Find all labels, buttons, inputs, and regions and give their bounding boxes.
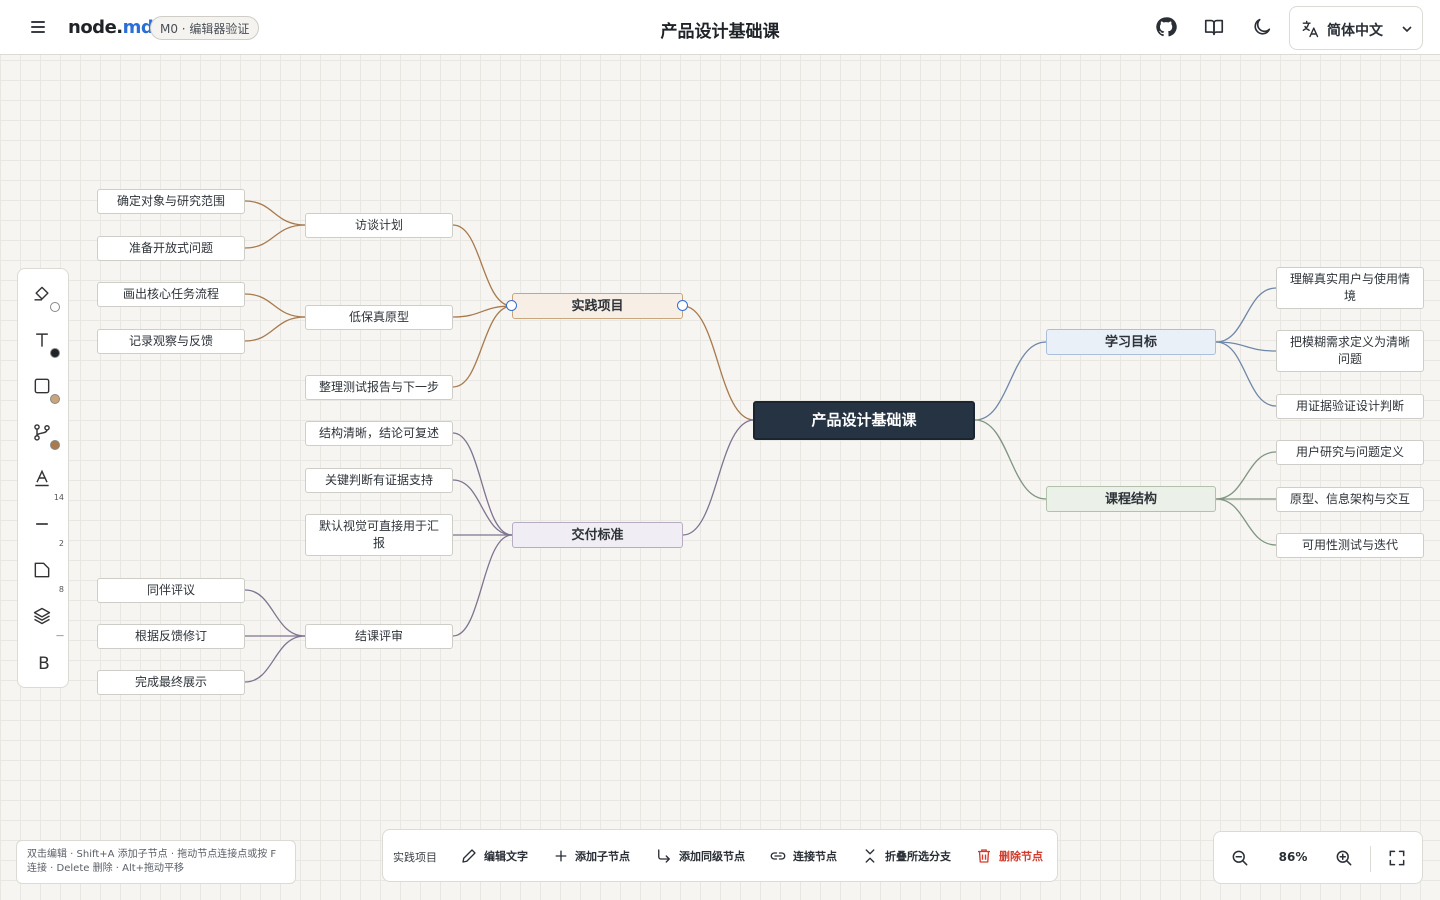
node-final-review[interactable]: 结课评审 xyxy=(305,624,453,649)
chevron-down-icon xyxy=(1402,26,1412,33)
menu-icon[interactable] xyxy=(28,16,50,38)
delete-node-button[interactable]: 删除节点 xyxy=(975,846,1043,866)
zoom-controls: 86% xyxy=(1213,831,1423,884)
pencil-icon xyxy=(462,849,476,863)
font-size-value: 14 xyxy=(53,493,64,502)
connect-handle-right[interactable] xyxy=(677,300,688,311)
border-color-icon[interactable] xyxy=(32,376,60,404)
fullscreen-icon[interactable] xyxy=(1387,848,1409,870)
plus-icon xyxy=(555,850,567,862)
layer-value: — xyxy=(56,631,64,640)
edge-root-structure xyxy=(974,419,1047,500)
node-evidence[interactable]: 关键判断有证据支持 xyxy=(305,468,453,493)
node-leaf[interactable]: 根据反馈修订 xyxy=(97,624,245,649)
fill-icon[interactable] xyxy=(32,284,60,312)
zoom-out-icon[interactable] xyxy=(1230,848,1252,870)
collapse-branch-button[interactable]: 折叠所选分支 xyxy=(861,846,951,866)
node-leaf[interactable]: 同伴评议 xyxy=(97,578,245,603)
edge-root-goals xyxy=(974,341,1047,421)
bold-label: B xyxy=(38,654,50,674)
add-sibling-label: 添加同级节点 xyxy=(679,850,745,863)
node-low-fi-prototype[interactable]: 低保真原型 xyxy=(305,305,453,330)
trash-icon xyxy=(978,849,990,863)
node-action-bar: 实践项目 编辑文字 添加子节点 添加同级节点 连接节点 折叠所选分支 删除节点 xyxy=(382,829,1058,882)
edit-text-button[interactable]: 编辑文字 xyxy=(460,846,528,866)
node-leaf[interactable]: 可用性测试与迭代 xyxy=(1276,533,1424,558)
line-width-icon[interactable]: 2 xyxy=(32,514,64,548)
text-color-icon[interactable] xyxy=(32,330,60,358)
node-visual[interactable]: 默认视觉可直接用于汇报 xyxy=(305,514,453,556)
delete-node-label: 删除节点 xyxy=(999,850,1043,863)
line-width-value: 2 xyxy=(58,539,64,548)
node-leaf[interactable]: 确定对象与研究范围 xyxy=(97,189,245,214)
add-child-label: 添加子节点 xyxy=(575,850,630,863)
logo-accent: md xyxy=(122,17,154,38)
version-badge: M0 · 编辑器验证 xyxy=(150,16,260,40)
node-leaf[interactable]: 记录观察与反馈 xyxy=(97,329,245,354)
style-toolbar: 14 2 8 — B xyxy=(17,268,69,688)
node-interview-plan[interactable]: 访谈计划 xyxy=(305,213,453,238)
add-child-button[interactable]: 添加子节点 xyxy=(553,846,630,866)
edge-root-delivery xyxy=(682,419,755,536)
logo[interactable]: node.md xyxy=(68,17,154,38)
node-leaf[interactable]: 原型、信息架构与交互 xyxy=(1276,487,1424,512)
collapse-branch-label: 折叠所选分支 xyxy=(885,850,951,863)
root-node[interactable]: 产品设计基础课 xyxy=(753,401,975,440)
moon-icon[interactable] xyxy=(1251,16,1273,38)
node-leaf[interactable]: 理解真实用户与使用情境 xyxy=(1276,267,1424,309)
branch-delivery[interactable]: 交付标准 xyxy=(512,522,683,548)
node-leaf[interactable]: 画出核心任务流程 xyxy=(97,282,245,307)
language-select[interactable]: 简体中文 xyxy=(1289,6,1423,50)
connect-node-button[interactable]: 连接节点 xyxy=(769,846,837,866)
github-icon[interactable] xyxy=(1155,16,1177,38)
selected-node-label: 实践项目 xyxy=(393,851,437,864)
branch-goals[interactable]: 学习目标 xyxy=(1046,329,1216,355)
mindmap-edges xyxy=(244,200,1277,683)
zoom-divider xyxy=(1370,846,1371,872)
add-sibling-button[interactable]: 添加同级节点 xyxy=(655,846,745,866)
zoom-in-icon[interactable] xyxy=(1334,848,1356,870)
node-leaf[interactable]: 完成最终展示 xyxy=(97,670,245,695)
book-icon[interactable] xyxy=(1203,16,1225,38)
node-clarity[interactable]: 结构清晰，结论可复述 xyxy=(305,421,453,446)
connect-node-label: 连接节点 xyxy=(793,850,837,863)
corner-radius-value: 8 xyxy=(58,585,64,594)
layer-icon[interactable]: — xyxy=(32,606,64,640)
branch-color-icon[interactable] xyxy=(32,422,60,450)
node-leaf[interactable]: 准备开放式问题 xyxy=(97,236,245,261)
node-leaf[interactable]: 用证据验证设计判断 xyxy=(1276,394,1424,419)
corner-radius-icon[interactable]: 8 xyxy=(32,560,64,594)
page-title: 产品设计基础课 xyxy=(660,22,780,42)
bold-icon[interactable]: B xyxy=(32,652,56,676)
zoom-level: 86% xyxy=(1278,850,1308,864)
collapse-icon xyxy=(865,849,875,863)
corner-arrow-icon xyxy=(658,849,670,863)
language-label: 简体中文 xyxy=(1327,23,1383,39)
connect-handle-left[interactable] xyxy=(506,300,517,311)
edge-root-practice xyxy=(682,305,755,421)
edit-text-label: 编辑文字 xyxy=(484,850,528,863)
branch-structure[interactable]: 课程结构 xyxy=(1046,486,1216,512)
node-leaf[interactable]: 用户研究与问题定义 xyxy=(1276,440,1424,465)
shortcut-hint: 双击编辑 · Shift+A 添加子节点 · 拖动节点连接点或按 F 连接 · … xyxy=(16,840,296,884)
branch-practice[interactable]: 实践项目 xyxy=(512,293,683,319)
logo-main: node. xyxy=(68,17,123,38)
node-test-report[interactable]: 整理测试报告与下一步 xyxy=(305,375,453,400)
top-bar: node.md M0 · 编辑器验证 产品设计基础课 简体中文 xyxy=(0,0,1440,55)
font-size-icon[interactable]: 14 xyxy=(32,468,64,502)
link-icon xyxy=(770,852,786,860)
node-leaf[interactable]: 把模糊需求定义为清晰问题 xyxy=(1276,330,1424,372)
translate-icon xyxy=(1302,20,1319,38)
